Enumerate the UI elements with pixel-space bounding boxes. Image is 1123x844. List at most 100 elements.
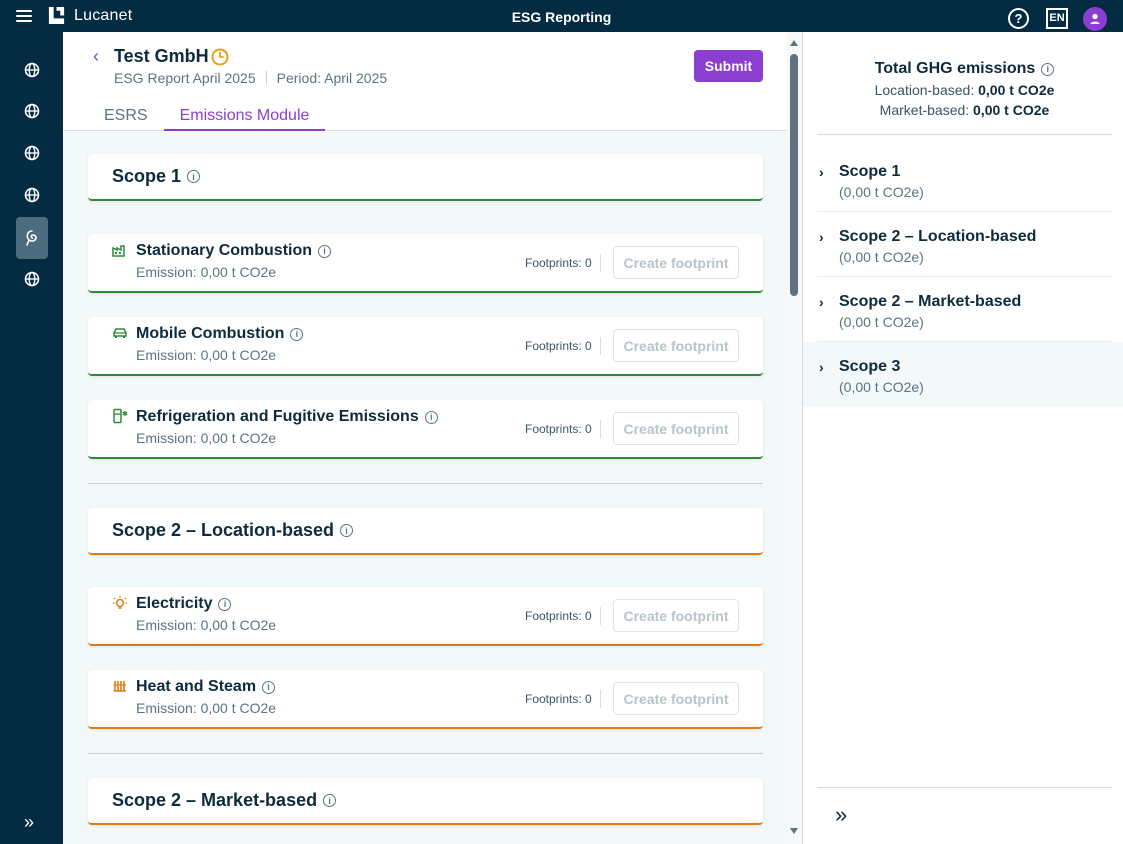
expand-rail-icon[interactable]: » [24, 812, 34, 833]
help-icon[interactable]: ? [1008, 8, 1029, 29]
footprints-count: Footprints: 0 [525, 692, 592, 706]
user-icon [1090, 13, 1100, 24]
footprints-separator [600, 607, 601, 625]
info-icon[interactable]: i [1041, 62, 1055, 76]
info-icon[interactable]: i [323, 794, 337, 807]
nav-globe-icon-4[interactable] [16, 179, 48, 211]
info-icon[interactable]: i [340, 524, 354, 537]
footprints-separator [600, 420, 601, 438]
summary-scope-value: (0,00 t CO2e) [839, 184, 924, 200]
nav-globe-icon-2[interactable] [16, 95, 48, 127]
globe-icon [24, 103, 40, 119]
summary-scope-name: Scope 2 – Location-based [839, 228, 1037, 245]
tab-esrs[interactable]: ESRS [88, 102, 164, 131]
main-scrollbar[interactable] [787, 32, 802, 844]
card-electricity: Electricity i Emission: 0,00 t CO2e Footp… [88, 587, 763, 646]
emission-value: Emission: 0,00 t CO2e [136, 430, 277, 446]
category-name: Stationary Combustion [136, 242, 313, 259]
category-name: Refrigeration and Fugitive Emissions [136, 408, 419, 425]
card-mobile-combustion: Mobile Combustion i Emission: 0,00 t CO2e… [88, 317, 763, 376]
info-icon[interactable]: i [218, 597, 232, 611]
category-name: Electricity [136, 595, 213, 612]
summary-scope-2-location[interactable]: › Scope 2 – Location-based (0,00 t CO2e) [803, 212, 1123, 277]
report-period: Period: April 2025 [276, 70, 388, 86]
scroll-up-icon[interactable] [790, 40, 798, 46]
chevron-right-icon: › [819, 359, 824, 375]
create-footprint-button[interactable]: Create footprint [613, 682, 739, 715]
brand-name: Lucanet [74, 6, 133, 24]
globe-icon [24, 271, 40, 287]
section-divider [88, 483, 763, 484]
nav-globe-icon-3[interactable] [16, 137, 48, 169]
emission-value: Emission: 0,00 t CO2e [136, 700, 277, 716]
footprints-count: Footprints: 0 [525, 256, 592, 270]
nav-emissions-module[interactable] [16, 217, 48, 259]
summary-scope-value: (0,00 t CO2e) [839, 249, 924, 265]
summary-scope-1[interactable]: › Scope 1 (0,00 t CO2e) [803, 147, 1123, 212]
report-subline: ESG Report April 2025 Period: April 2025 [114, 70, 387, 86]
summary-scope-3[interactable]: › Scope 3 (0,00 t CO2e) [803, 342, 1123, 407]
info-icon[interactable]: i [290, 327, 304, 341]
lightbulb-icon [113, 596, 127, 609]
scroll-down-icon[interactable] [790, 828, 798, 834]
scope-2-location-header: Scope 2 – Location-based i [88, 508, 763, 555]
scope-title: Scope 2 – Market-based [112, 790, 318, 810]
refrigerator-icon [113, 408, 128, 424]
section-divider [88, 753, 763, 754]
report-name: ESG Report April 2025 [114, 70, 256, 86]
scope-2-market-header: Scope 2 – Market-based i [88, 778, 763, 825]
footprints-separator [600, 254, 601, 272]
summary-title: Total GHG emissions [874, 60, 1036, 77]
create-footprint-button[interactable]: Create footprint [613, 599, 739, 632]
create-footprint-button[interactable]: Create footprint [613, 412, 739, 445]
submit-button[interactable]: Submit [694, 50, 763, 82]
emission-value: Emission: 0,00 t CO2e [136, 617, 277, 633]
menu-icon[interactable] [16, 10, 32, 22]
footprints-count: Footprints: 0 [525, 422, 592, 436]
left-navigation-rail: » [0, 32, 63, 844]
market-based-total: Market-based: 0,00 t CO2e [879, 102, 1050, 118]
footprints-separator [600, 337, 601, 355]
info-icon[interactable]: i [424, 410, 438, 424]
main-content: ‹ Test GmbH ESG Report April 2025 Period… [63, 32, 787, 844]
card-refrigeration-fugitive: Refrigeration and Fugitive Emissions i Em… [88, 400, 763, 459]
card-stationary-combustion: Stationary Combustion i Emission: 0,00 t … [88, 234, 763, 293]
top-bar: Lucanet ESG Reporting ? EN [0, 0, 1123, 32]
scrollbar-thumb[interactable] [790, 54, 798, 296]
report-header: ‹ Test GmbH ESG Report April 2025 Period… [63, 32, 787, 131]
info-icon[interactable]: i [318, 244, 332, 258]
emission-value: Emission: 0,00 t CO2e [136, 264, 277, 280]
tab-emissions-module[interactable]: Emissions Module [163, 102, 326, 131]
footprints-separator [600, 690, 601, 708]
collapse-panel-icon[interactable]: » [835, 802, 847, 828]
globe-icon [24, 187, 40, 203]
card-heat-and-steam: Heat and Steam i Emission: 0,00 t CO2e Fo… [88, 670, 763, 729]
info-icon[interactable]: i [262, 680, 276, 694]
scope-title: Scope 1 [112, 166, 182, 186]
location-based-total: Location-based: 0,00 t CO2e [874, 82, 1055, 98]
subline-separator [265, 71, 267, 85]
create-footprint-button[interactable]: Create footprint [613, 246, 739, 279]
logo[interactable]: Lucanet [47, 6, 132, 25]
info-icon[interactable]: i [187, 170, 201, 183]
footprints-count: Footprints: 0 [525, 609, 592, 623]
scope-title: Scope 2 – Location-based [112, 520, 335, 540]
chevron-right-icon: › [819, 164, 824, 180]
total-ghg-emissions: Total GHG emissions i Location-based: 0,0… [817, 60, 1112, 118]
module-tabs: ESRS Emissions Module [88, 102, 326, 131]
nav-globe-icon-1[interactable] [16, 54, 48, 86]
scope-1-header: Scope 1 i [88, 154, 763, 201]
car-icon [113, 328, 127, 338]
emissions-icon [26, 230, 37, 246]
lucanet-logo-icon [48, 6, 65, 25]
user-avatar[interactable] [1083, 7, 1107, 31]
create-footprint-button[interactable]: Create footprint [613, 329, 739, 362]
clock-icon [211, 48, 229, 66]
language-selector[interactable]: EN [1046, 8, 1068, 29]
summary-scope-name: Scope 2 – Market-based [839, 293, 1022, 310]
summary-divider [817, 134, 1112, 135]
nav-globe-icon-5[interactable] [16, 263, 48, 295]
summary-scope-2-market[interactable]: › Scope 2 – Market-based (0,00 t CO2e) [803, 277, 1123, 342]
back-chevron-icon[interactable]: ‹ [93, 46, 99, 67]
emission-value: Emission: 0,00 t CO2e [136, 347, 277, 363]
